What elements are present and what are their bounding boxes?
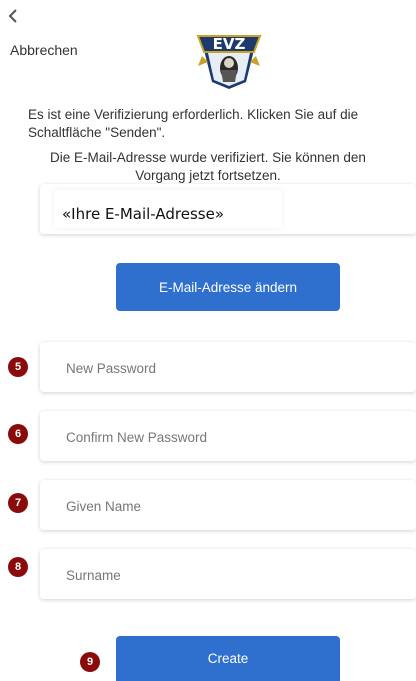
confirm-password-field[interactable] (40, 411, 416, 461)
create-button[interactable]: Create (116, 636, 340, 681)
logo-text: EVZ (213, 35, 246, 53)
step-badge-6: 6 (8, 424, 28, 444)
step-badge-9: 9 (80, 652, 100, 672)
new-password-field[interactable] (40, 342, 416, 392)
email-address-value: «Ihre E-Mail-Adresse» (62, 205, 225, 223)
step-badge-7: 7 (8, 493, 28, 513)
surname-field[interactable] (40, 549, 416, 599)
evz-logo: EVZ (194, 26, 264, 90)
step-badge-5: 5 (8, 357, 28, 377)
given-name-field[interactable] (40, 480, 416, 530)
confirm-password-input[interactable] (64, 425, 388, 449)
new-password-input[interactable] (64, 356, 388, 380)
change-email-button[interactable]: E-Mail-Adresse ändern (116, 263, 340, 311)
cancel-link[interactable]: Abbrechen (10, 42, 78, 58)
verification-required-message: Es ist eine Verifizierung erforderlich. … (28, 107, 359, 140)
step-badge-8: 8 (8, 557, 28, 577)
email-verified-message: Die E-Mail-Adresse wurde verifiziert. Si… (50, 150, 366, 183)
back-button[interactable] (4, 6, 22, 26)
given-name-input[interactable] (64, 494, 388, 518)
chevron-left-icon (8, 9, 17, 23)
surname-input[interactable] (64, 563, 388, 587)
